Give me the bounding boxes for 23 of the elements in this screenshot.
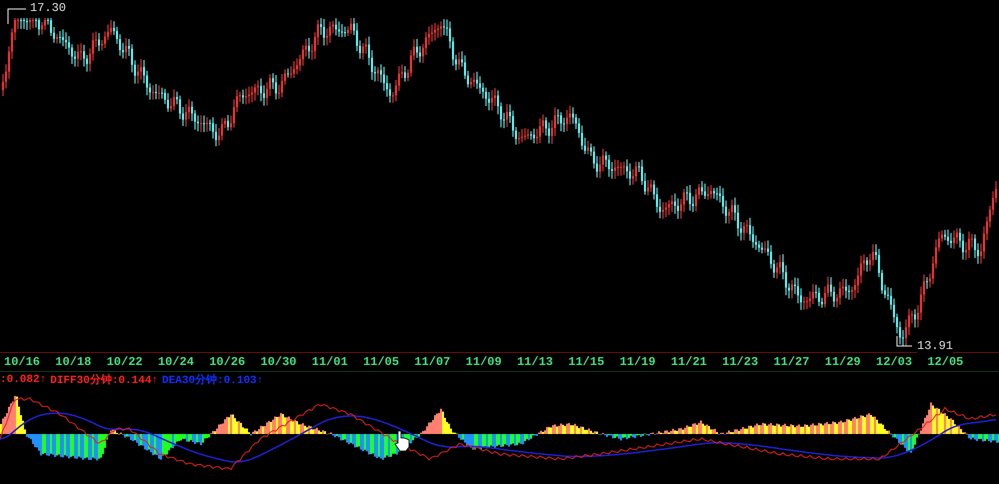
indicator-reading: DEA30分钟:0.103↑	[162, 372, 264, 387]
date-label: 11/05	[363, 355, 400, 369]
date-label: 11/21	[670, 355, 708, 369]
date-label: 10/18	[55, 355, 92, 369]
date-label: 11/01	[312, 355, 349, 369]
date-label: 11/13	[516, 355, 554, 369]
date-label: 10/16	[4, 355, 42, 369]
date-label: 11/27	[773, 355, 810, 369]
date-label: 11/29	[824, 355, 862, 369]
date-label: 10/30	[260, 355, 298, 369]
date-label: 10/24	[158, 355, 195, 369]
date-label: 10/26	[209, 355, 246, 369]
indicator-reading: :0.082↑	[0, 374, 46, 386]
date-label: 11/23	[722, 355, 760, 369]
date-label: 11/07	[414, 355, 452, 369]
date-label: 10/22	[106, 355, 144, 369]
date-label: 12/03	[876, 355, 914, 369]
date-label: 12/05	[927, 355, 964, 369]
date-label: 11/09	[466, 355, 503, 369]
low-price-label: 13.91	[917, 339, 954, 353]
date-label: 11/15	[568, 355, 606, 369]
indicator-reading: DIFF30分钟:0.144↑	[50, 372, 158, 387]
date-label: 11/19	[620, 355, 657, 369]
